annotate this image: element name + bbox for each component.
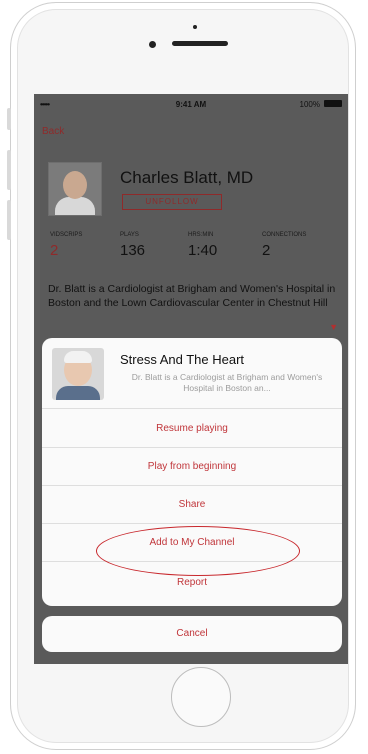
cancel-button[interactable]: Cancel [42,616,342,652]
thumbnail-hair [64,351,92,363]
home-button[interactable] [171,667,231,727]
chevron-down-icon[interactable]: ▼ [329,322,338,332]
mute-switch [7,108,11,130]
stat-label: CONNECTIONS [262,232,307,238]
video-title: Stress And The Heart [120,352,245,367]
thumbnail-shirt [56,386,100,400]
share-button[interactable]: Share [42,486,342,524]
status-bar: ••••• 9:41 AM 100% [34,94,348,114]
back-button[interactable]: Back [42,126,64,137]
stat-label: PLAYS [120,232,139,238]
stat-plays: PLAYS 136 [120,232,145,259]
stat-value: 2 [262,242,271,259]
action-sheet-header: Stress And The Heart Dr. Blatt is a Card… [42,338,342,409]
battery-icon [324,100,342,107]
front-camera [149,41,156,48]
volume-up-button [7,150,11,190]
front-sensor [193,25,197,29]
unfollow-button[interactable]: UNFOLLOW [122,194,222,210]
video-thumbnail [52,348,104,400]
stat-value: 2 [50,242,59,259]
stat-value: 1:40 [188,242,218,259]
profile-stats: VIDSCRIPS 2 PLAYS 136 HRS:MIN 1:40 CONNE… [50,232,342,268]
resume-playing-button[interactable]: Resume playing [42,410,342,448]
stat-label: VIDSCRIPS [50,232,83,238]
avatar-head [63,171,87,199]
stat-vidscrips: VIDSCRIPS 2 [50,232,82,259]
volume-down-button [7,200,11,240]
video-description: Dr. Blatt is a Cardiologist at Brigham a… [131,372,323,393]
stat-hrs-min: HRS:MIN 1:40 [188,232,217,259]
profile-name: Charles Blatt, MD [120,168,254,187]
profile-bio: Dr. Blatt is a Cardiologist at Brigham a… [48,283,336,309]
battery-percent: 100% [299,100,320,109]
highlight-ellipse [96,526,300,576]
stat-value: 136 [120,242,146,259]
phone-screen: ••••• 9:41 AM 100% Back Charles Blatt, M… [34,94,348,664]
avatar-torso [55,197,95,215]
profile-avatar [48,162,102,216]
stat-label: HRS:MIN [188,232,214,238]
play-from-beginning-button[interactable]: Play from beginning [42,448,342,486]
stat-connections: CONNECTIONS 2 [262,232,306,259]
earpiece-speaker [172,41,228,46]
